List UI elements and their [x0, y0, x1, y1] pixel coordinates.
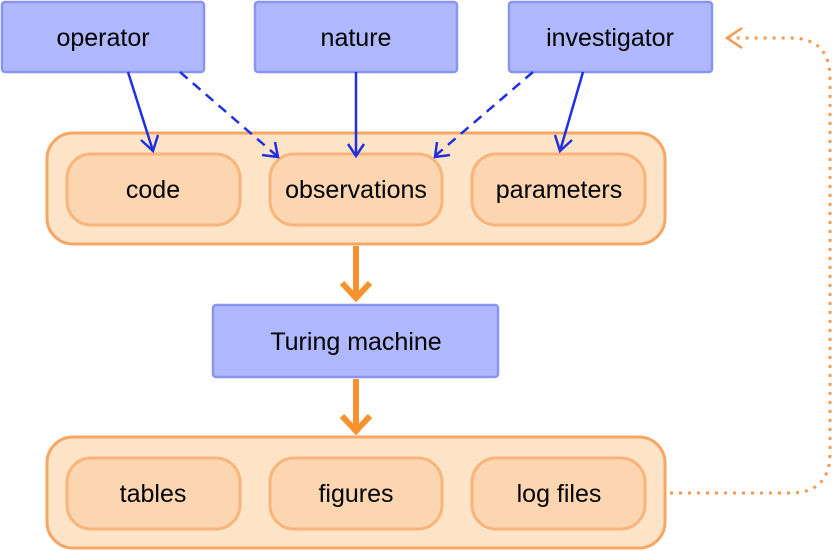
arrow-inputs-turing	[339, 246, 373, 303]
input-code-label: code	[126, 176, 180, 204]
arrow-turing-outputs	[339, 379, 373, 436]
workflow-diagram: operator nature investigator code observ…	[0, 0, 832, 550]
turing-machine: Turing machine	[211, 303, 500, 379]
input-code: code	[65, 152, 242, 227]
source-nature: nature	[253, 0, 459, 74]
arrowhead	[724, 26, 743, 50]
output-log-files-label: log files	[517, 480, 602, 508]
output-log-files: log files	[470, 456, 647, 531]
input-parameters: parameters	[470, 152, 647, 227]
source-investigator-label: investigator	[546, 24, 674, 52]
output-figures: figures	[268, 456, 444, 531]
turing-machine-label: Turing machine	[270, 328, 441, 356]
output-tables-label: tables	[120, 480, 187, 508]
input-observations-label: observations	[285, 176, 427, 204]
source-operator: operator	[0, 0, 206, 74]
source-investigator: investigator	[507, 0, 714, 74]
source-operator-label: operator	[56, 24, 149, 52]
input-parameters-label: parameters	[496, 176, 622, 204]
outputs-container: tables figures log files	[45, 435, 667, 550]
source-nature-label: nature	[321, 24, 392, 52]
arrow-line	[670, 36, 832, 495]
arrow-feedback-outputs-investigator	[670, 26, 832, 495]
input-observations: observations	[268, 152, 444, 227]
output-tables: tables	[65, 456, 242, 531]
output-figures-label: figures	[318, 480, 393, 508]
